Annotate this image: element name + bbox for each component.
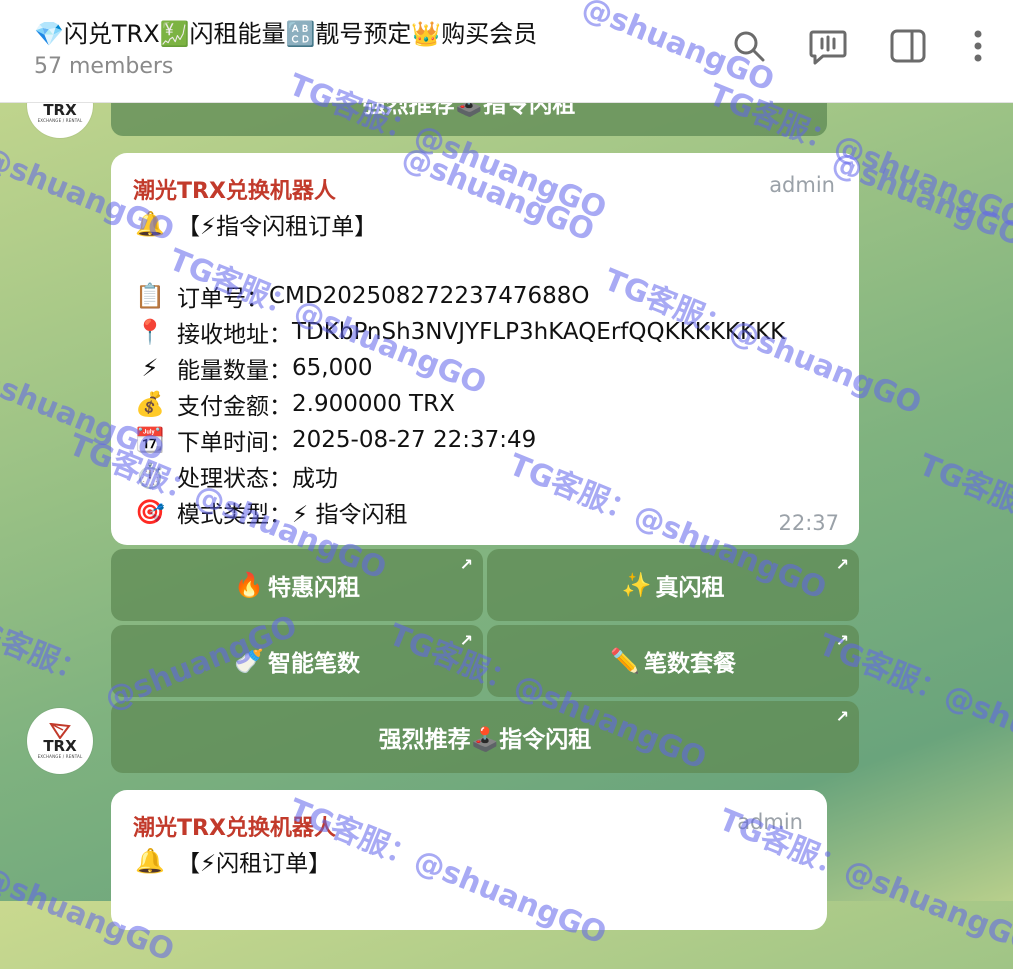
sender-role-badge: admin [769,173,835,197]
field-label: 接收地址： [177,322,292,348]
field-label: 模式类型： [177,502,292,528]
field-order-id: 📋 订单号： CMD20250827223747688O [133,279,589,313]
bell-icon: 🔔 [135,847,165,875]
external-link-icon: ↗ [835,555,849,574]
external-link-icon: ↗ [459,631,473,650]
message-heading: 🔔 【⚡闪租订单】 [133,844,331,878]
target-icon: 🎯 [135,498,165,526]
more-menu-icon[interactable] [958,26,998,66]
heading-text: 【⚡指令闪租订单】 [177,214,378,240]
field-energy-amount: ⚡ 能量数量： 65,000 [133,351,373,385]
money-bag-icon: 💰 [135,390,165,418]
button-label: 智能笔数 [267,651,360,677]
bot-avatar[interactable]: TRX EXCHANGE / RENTAL [27,708,93,774]
live-chat-icon[interactable] [808,26,848,66]
fire-icon: 🔥 [234,571,264,599]
special-rental-button[interactable]: 🔥 特惠闪租 ↗ [111,549,483,621]
avatar-logo-text: TRX [43,101,77,119]
field-label: 支付金额： [177,394,292,420]
field-value: ⚡ 指令闪租 [292,502,408,528]
stopwatch-icon: ⏱️ [135,462,165,490]
avatar-logo-subtext: EXCHANGE / RENTAL [37,118,83,123]
field-value: 65,000 [292,355,373,381]
pin-icon: 📍 [135,318,165,346]
avatar-logo-subtext: EXCHANGE / RENTAL [37,754,83,759]
external-link-icon: ↗ [459,555,473,574]
field-mode-type: 🎯 模式类型： ⚡ 指令闪租 [133,495,407,529]
smart-count-button[interactable]: 🍼 智能笔数 ↗ [111,625,483,697]
lightning-icon: ⚡ [141,354,159,382]
field-value: 2025-08-27 22:37:49 [292,427,537,453]
message-time: 22:37 [778,511,839,535]
chat-title[interactable]: 💎闪兑TRX💹闪租能量🔠靓号预定👑购买会员 [34,14,537,49]
chat-header: 💎闪兑TRX💹闪租能量🔠靓号预定👑购买会员 57 members [0,0,1013,103]
field-order-time: 📆 下单时间： 2025-08-27 22:37:49 [133,423,536,457]
field-value: 成功 [292,466,338,492]
button-label: 真闪租 [655,575,725,601]
field-status: ⏱️ 处理状态： 成功 [133,459,338,493]
order-message-bubble-2: 潮光TRX兑换机器人 admin 🔔 【⚡闪租订单】 [111,790,827,930]
message-sender[interactable]: 潮光TRX兑换机器人 [133,810,336,842]
field-value: 2.900000 TRX [292,391,455,417]
search-icon[interactable] [729,26,769,66]
calendar-icon: 📆 [135,426,165,454]
message-heading: 🔔 【⚡指令闪租订单】 [133,207,377,241]
count-package-button[interactable]: ✏️ 笔数套餐 ↗ [487,625,859,697]
message-sender[interactable]: 潮光TRX兑换机器人 [133,173,336,205]
button-label: 强烈推荐🕹️指令闪租 [378,727,592,753]
field-receive-address: 📍 接收地址： TDKbPnSh3NVJYFLP3hKAQErfQQKKKKKKK… [133,315,785,349]
clipboard-icon: 📋 [135,282,165,310]
sidebar-toggle-icon[interactable] [888,26,928,66]
button-label: 特惠闪租 [267,575,360,601]
field-value: TDKbPnSh3NVJYFLP3hKAQErfQQKKKKKKKK [292,319,786,345]
heading-text: 【⚡闪租订单】 [177,851,332,877]
external-link-icon: ↗ [835,631,849,650]
field-payment-amount: 💰 支付金额： 2.900000 TRX [133,387,455,421]
avatar-logo-text: TRX [43,737,77,755]
field-label: 下单时间： [177,430,292,456]
field-label: 订单号： [177,286,269,312]
field-label: 能量数量： [177,358,292,384]
recommend-command-rental-button[interactable]: 强烈推荐🕹️指令闪租 ↗ [111,701,859,773]
sparkles-icon: ✨ [621,571,652,599]
field-label: 处理状态： [177,466,292,492]
pencil-icon: ✏️ [610,647,640,675]
real-rental-button[interactable]: ✨ 真闪租 ↗ [487,549,859,621]
field-value: CMD20250827223747688O [269,283,590,309]
external-link-icon: ↗ [835,707,849,726]
button-label: 笔数套餐 [643,651,736,677]
watermark-text: TG客服： [913,447,1013,531]
baby-bottle-icon: 🍼 [234,647,264,675]
sender-role-badge: admin [737,810,803,834]
watermark-text: TG客服： [0,607,93,691]
order-message-bubble: 潮光TRX兑换机器人 admin 🔔 【⚡指令闪租订单】 📋 订单号： CMD20… [111,153,859,545]
bell-icon: 🔔 [135,210,165,238]
member-count[interactable]: 57 members [34,54,173,79]
